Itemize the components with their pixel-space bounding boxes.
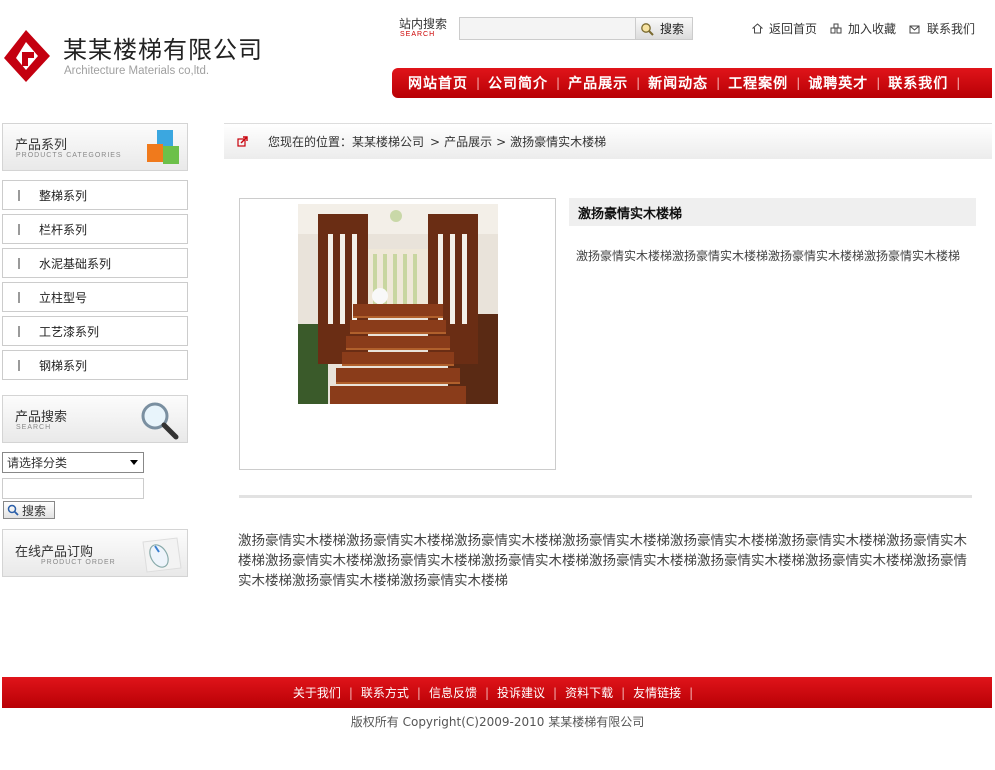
category-select-value: 请选择分类 xyxy=(7,456,68,470)
product-search-title: 产品搜索 xyxy=(15,410,68,425)
footer-link-download[interactable]: 资料下载 xyxy=(565,684,613,701)
order-title-en: PRODUCT ORDER xyxy=(41,559,116,566)
home-link-label: 返回首页 xyxy=(769,22,818,36)
order-header[interactable]: 在线产品订购 PRODUCT ORDER xyxy=(2,529,188,577)
nav-item-products[interactable]: 产品展示 xyxy=(568,73,628,93)
company-subtitle: Architecture Materials co,ltd. xyxy=(64,65,210,77)
footer-link-complaint[interactable]: 投诉建议 xyxy=(497,684,545,701)
category-label: 钢梯系列 xyxy=(39,358,88,373)
footer-link-feedback[interactable]: 信息反馈 xyxy=(429,684,477,701)
home-icon xyxy=(752,23,763,34)
nav-item-projects[interactable]: 工程案例 xyxy=(728,73,788,93)
nav-item-home[interactable]: 网站首页 xyxy=(408,73,468,93)
breadcrumb-link-products[interactable]: 产品展示 xyxy=(444,133,492,150)
nav-item-jobs[interactable]: 诚聘英才 xyxy=(808,73,868,93)
product-description: 激扬豪情实木楼梯激扬豪情实木楼梯激扬豪情实木楼梯激扬豪情实木楼梯激扬豪情实木楼梯… xyxy=(238,533,967,589)
footer-link-friends[interactable]: 友情链接 xyxy=(633,684,681,701)
nav-item-about[interactable]: 公司简介 xyxy=(488,73,548,93)
site-search-button-label: 搜索 xyxy=(660,22,685,36)
breadcrumb-prefix: 您现在的位置： xyxy=(268,135,353,149)
order-title: 在线产品订购 xyxy=(15,545,94,560)
copyright: 版权所有 Copyright(C)2009-2010 某某楼梯有限公司 xyxy=(350,715,645,729)
magnifier-icon xyxy=(141,402,179,440)
favorite-link[interactable]: 加入收藏 xyxy=(830,20,896,37)
categories-title: 产品系列 xyxy=(15,138,68,153)
home-link[interactable]: 返回首页 xyxy=(752,20,817,37)
main-nav: 网站首页 | 公司简介 | 产品展示 | 新闻动态 | 工程案例 | 诚聘英才 | 联系我们… xyxy=(392,68,992,98)
site-search-input[interactable] xyxy=(459,17,636,40)
keyword-input[interactable] xyxy=(2,478,144,499)
category-label: 水泥基础系列 xyxy=(39,256,112,271)
category-label: 栏杆系列 xyxy=(39,222,88,237)
contact-link[interactable]: 联系我们 xyxy=(909,20,975,37)
contact-link-label: 联系我们 xyxy=(927,22,976,36)
product-summary: 激扬豪情实木楼梯激扬豪情实木楼梯激扬豪情实木楼梯激扬豪情实木楼梯 xyxy=(576,249,961,263)
breadcrumb: 您现在的位置： 某某楼梯公司 > 产品展示 > 激扬豪情实木楼梯 xyxy=(224,123,992,159)
footer-link-about[interactable]: 关于我们 xyxy=(293,684,341,701)
category-label: 立柱型号 xyxy=(39,290,88,305)
search-icon xyxy=(641,22,654,36)
category-item[interactable]: 立柱型号 xyxy=(2,282,188,312)
site-search-label: 站内搜索 xyxy=(399,17,448,31)
site-search-label-en: SEARCH xyxy=(400,31,436,38)
breadcrumb-separator: > xyxy=(430,134,441,149)
product-search-button[interactable]: 搜索 xyxy=(3,501,55,519)
footer-link-contact[interactable]: 联系方式 xyxy=(361,684,409,701)
product-title: 激扬豪情实木楼梯 xyxy=(569,198,976,226)
product-search-title-en: SEARCH xyxy=(16,424,52,431)
categories-header: 产品系列 PRODUCTS CATEGORIES xyxy=(2,123,188,171)
footer-nav: 关于我们 | 联系方式 | 信息反馈 | 投诉建议 | 资料下载 | 友情链接 | xyxy=(2,677,992,708)
category-label: 工艺漆系列 xyxy=(39,324,100,339)
nav-item-news[interactable]: 新闻动态 xyxy=(648,73,708,93)
breadcrumb-separator: > xyxy=(496,134,507,149)
category-label: 整梯系列 xyxy=(39,188,88,203)
category-select[interactable]: 请选择分类 xyxy=(2,452,144,473)
external-link-icon xyxy=(237,136,248,147)
category-item[interactable]: 水泥基础系列 xyxy=(2,248,188,278)
nav-item-contact[interactable]: 联系我们 xyxy=(888,73,948,93)
search-icon xyxy=(7,504,19,516)
cubes-icon xyxy=(147,130,179,164)
site-search-button[interactable]: 搜索 xyxy=(635,17,693,40)
chevron-down-icon xyxy=(130,460,138,465)
favorite-icon xyxy=(830,23,842,34)
category-item[interactable]: 整梯系列 xyxy=(2,180,188,210)
breadcrumb-link-home[interactable]: 某某楼梯公司 xyxy=(352,133,424,150)
category-item[interactable]: 栏杆系列 xyxy=(2,214,188,244)
divider xyxy=(239,495,972,498)
category-item[interactable]: 钢梯系列 xyxy=(2,350,188,380)
mail-icon xyxy=(909,25,920,34)
product-search-header: 产品搜索 SEARCH xyxy=(2,395,188,443)
favorite-link-label: 加入收藏 xyxy=(848,22,897,36)
company-name: 某某楼梯有限公司 xyxy=(63,36,263,64)
product-image[interactable] xyxy=(298,204,498,404)
category-item[interactable]: 工艺漆系列 xyxy=(2,316,188,346)
mouse-icon xyxy=(142,537,182,573)
categories-title-en: PRODUCTS CATEGORIES xyxy=(16,152,122,159)
breadcrumb-current: 激扬豪情实木楼梯 xyxy=(510,135,607,149)
product-image-frame xyxy=(239,198,556,470)
product-search-button-label: 搜索 xyxy=(22,503,47,518)
company-logo xyxy=(4,30,50,82)
